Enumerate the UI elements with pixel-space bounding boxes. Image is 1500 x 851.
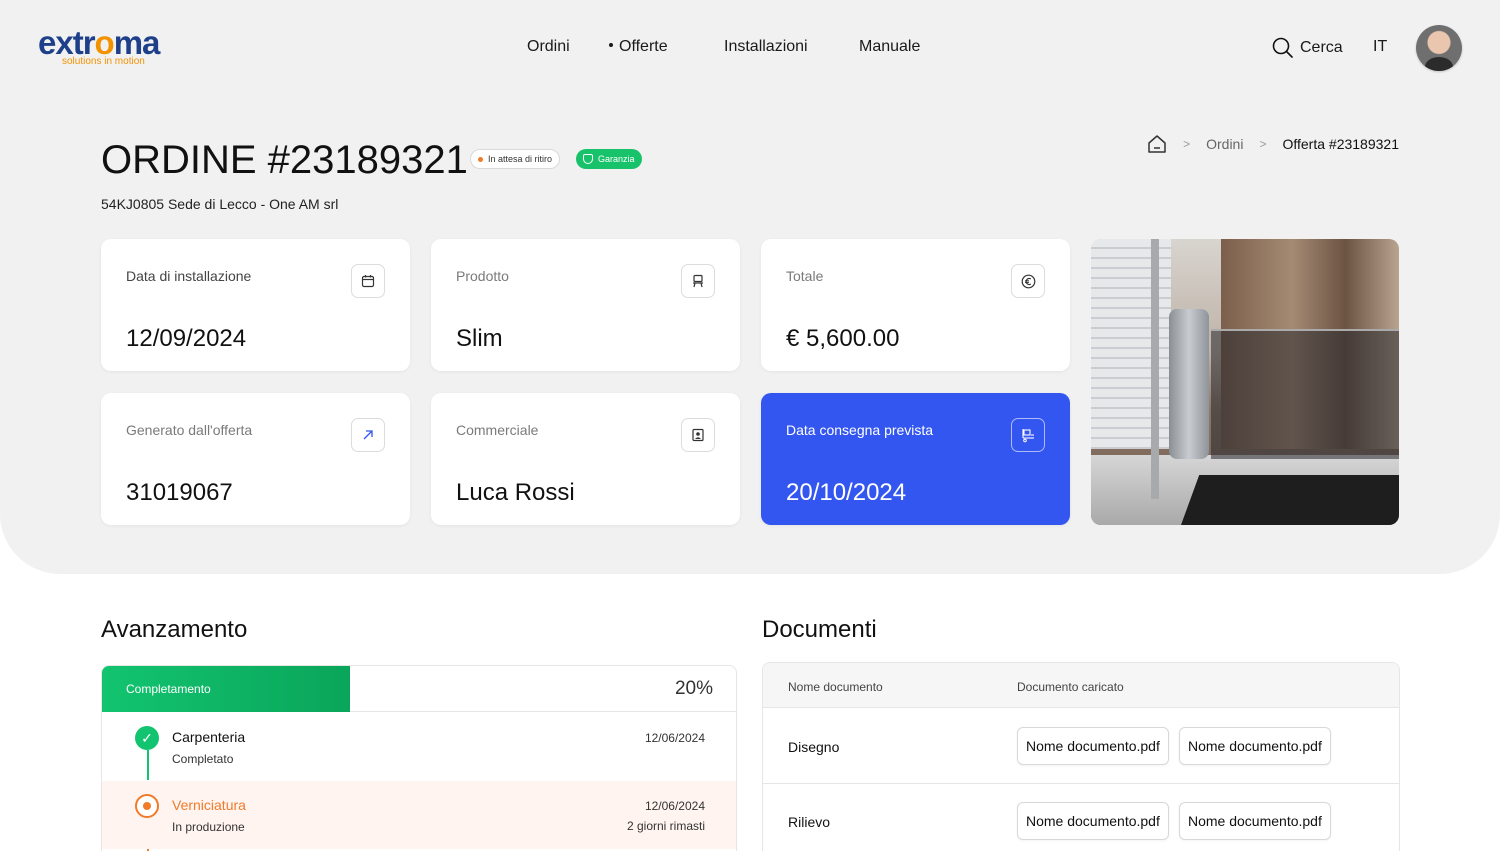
active-dot-icon xyxy=(609,43,613,48)
step-date: 12/06/2024 xyxy=(644,799,705,813)
chevron-right-icon: > xyxy=(1183,137,1191,151)
product-photo xyxy=(1091,239,1399,525)
calendar-icon[interactable] xyxy=(351,264,385,298)
in-progress-icon xyxy=(135,794,159,818)
card-product: Prodotto Slim xyxy=(431,239,740,371)
order-subtitle: 54KJ0805 Sede di Lecco - One AM srl xyxy=(101,196,339,212)
document-type: Rilievo xyxy=(788,814,831,830)
card-label: Data consegna prevista xyxy=(786,422,934,438)
card-value: 12/09/2024 xyxy=(126,325,247,352)
status-badge-warranty: Garanzia xyxy=(576,149,642,169)
table-row: Rilievo Nome documento.pdf Nome document… xyxy=(763,784,1399,851)
step-status: In produzione xyxy=(172,820,245,834)
contact-card-icon[interactable] xyxy=(681,418,715,452)
check-icon: ✓ xyxy=(135,726,159,750)
card-total: Totale € 5,600.00 xyxy=(761,239,1070,371)
home-icon[interactable] xyxy=(1147,134,1167,154)
table-header: Nome documento Documento caricato xyxy=(763,663,1399,708)
card-label: Commerciale xyxy=(456,422,539,438)
card-sales: Commerciale Luca Rossi xyxy=(431,393,740,525)
delivery-icon[interactable] xyxy=(1011,418,1045,452)
step-name: Carpenteria xyxy=(172,729,246,745)
shield-check-icon xyxy=(583,154,593,164)
step-status: Completato xyxy=(172,752,234,766)
progress-bar: Completamento 20% xyxy=(102,666,736,712)
status-dot-icon xyxy=(478,156,483,162)
chevron-right-icon: > xyxy=(1259,137,1267,151)
search-icon xyxy=(1272,37,1293,58)
card-installation-date: Data di installazione 12/09/2024 xyxy=(101,239,410,371)
breadcrumb: > Ordini > Offerta #23189321 xyxy=(1147,134,1399,154)
search-label: Cerca xyxy=(1300,38,1343,56)
nav-item-ordini[interactable]: Ordini xyxy=(527,38,570,56)
photo-window xyxy=(1091,239,1171,449)
photo-rail xyxy=(1151,239,1159,499)
step-remaining: 2 giorni rimasti xyxy=(626,819,705,833)
status-badge-pending: In attesa di ritiro xyxy=(470,149,561,169)
table-row: Disegno Nome documento.pdf Nome document… xyxy=(763,709,1399,784)
breadcrumb-current: Offerta #23189321 xyxy=(1282,136,1399,152)
progress-label: Completamento xyxy=(126,682,211,696)
progress-panel: Completamento 20% ✓ Carpenteria Completa… xyxy=(101,665,737,851)
document-file-button[interactable]: Nome documento.pdf xyxy=(1179,727,1331,765)
column-header-name: Nome documento xyxy=(788,680,883,694)
card-label: Prodotto xyxy=(456,268,509,284)
card-value: € 5,600.00 xyxy=(786,325,900,352)
document-file-button[interactable]: Nome documento.pdf xyxy=(1179,802,1331,840)
user-avatar[interactable] xyxy=(1416,25,1462,71)
document-file-button[interactable]: Nome documento.pdf xyxy=(1017,802,1169,840)
status-badge-warranty-label: Garanzia xyxy=(598,154,635,164)
card-value: Slim xyxy=(456,325,503,352)
page-title: ORDINE #23189321 xyxy=(101,138,468,182)
step-date: 12/06/2024 xyxy=(644,731,705,745)
card-value: 20/10/2024 xyxy=(786,479,907,506)
photo-lift xyxy=(1169,309,1209,459)
progress-step: ✓ Carpenteria Completato 12/06/2024 xyxy=(102,713,736,781)
card-value: Luca Rossi xyxy=(456,479,575,506)
card-label: Totale xyxy=(786,268,824,284)
card-label: Data di installazione xyxy=(126,268,252,284)
document-type: Disegno xyxy=(788,739,840,755)
nav-item-offerte[interactable]: Offerte xyxy=(609,38,668,56)
card-value: 31019067 xyxy=(126,479,233,506)
nav-item-installazioni[interactable]: Installazioni xyxy=(724,38,808,56)
language-selector[interactable]: IT xyxy=(1373,38,1387,56)
card-offer[interactable]: Generato dall'offerta 31019067 xyxy=(101,393,410,525)
photo-step xyxy=(1181,475,1399,525)
progress-percent: 20% xyxy=(674,678,713,699)
column-header-uploaded: Documento caricato xyxy=(1017,680,1124,694)
arrow-up-right-icon[interactable] xyxy=(351,418,385,452)
nav-item-offerte-label: Offerte xyxy=(619,38,668,55)
nav-item-manuale[interactable]: Manuale xyxy=(859,38,920,56)
card-delivery-date: Data consegna prevista 20/10/2024 xyxy=(761,393,1070,525)
search-button[interactable]: Cerca xyxy=(1272,37,1343,58)
documents-title: Documenti xyxy=(762,616,877,643)
breadcrumb-orders[interactable]: Ordini xyxy=(1206,136,1243,152)
documents-table: Nome documento Documento caricato Disegn… xyxy=(762,662,1400,851)
stairlift-icon[interactable] xyxy=(681,264,715,298)
euro-icon[interactable] xyxy=(1011,264,1045,298)
step-name: Verniciatura xyxy=(172,797,246,813)
card-label: Generato dall'offerta xyxy=(126,422,253,438)
progress-title: Avanzamento xyxy=(101,616,248,643)
document-file-button[interactable]: Nome documento.pdf xyxy=(1017,727,1169,765)
progress-step-active: Verniciatura In produzione 12/06/2024 2 … xyxy=(102,781,736,849)
status-badge-pending-label: In attesa di ritiro xyxy=(488,154,553,164)
photo-glass xyxy=(1211,329,1399,459)
